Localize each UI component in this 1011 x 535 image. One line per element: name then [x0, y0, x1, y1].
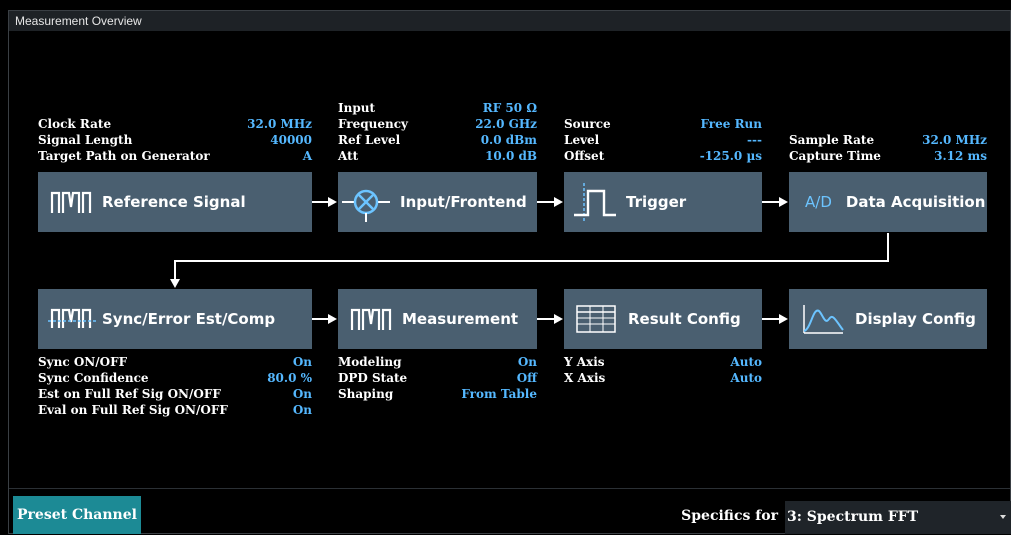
block-label: Display Config — [855, 310, 976, 328]
param-label: Est on Full Ref Sig ON/OFF — [38, 387, 221, 401]
param-value: Off — [516, 371, 537, 385]
arrow-head — [328, 197, 337, 207]
flow-arrows — [170, 197, 889, 324]
param-row: Shaping From Table — [338, 386, 537, 402]
block-label: Result Config — [628, 310, 741, 328]
specifics-selected-value: 3: Spectrum FFT — [787, 509, 919, 525]
param-value: Auto — [730, 371, 762, 385]
param-row: Modeling On — [338, 354, 537, 370]
param-value: 80.0 % — [267, 371, 312, 385]
footer-divider — [9, 488, 1010, 489]
param-value: On — [517, 355, 537, 369]
measurement-block[interactable]: Measurement — [338, 289, 537, 349]
block-label: Sync/Error Est/Comp — [102, 310, 276, 328]
spectrum-display-icon — [803, 305, 844, 334]
param-value: Auto — [730, 355, 762, 369]
param-value: On — [292, 355, 312, 369]
param-label: Y Axis — [564, 355, 605, 369]
result-config-block[interactable]: Result Config — [564, 289, 762, 349]
arrow-head — [554, 314, 563, 324]
arrow-acq-to-sync — [174, 233, 889, 279]
param-value: On — [292, 387, 312, 401]
display-config-block[interactable]: Display Config — [789, 289, 987, 349]
param-row: Sync Confidence 80.0 % — [38, 370, 312, 386]
param-row: Est on Full Ref Sig ON/OFF On — [38, 386, 312, 402]
measurement-signal-icon — [350, 308, 392, 330]
sync-waveform-icon — [48, 308, 96, 328]
param-row: Y Axis Auto — [564, 354, 762, 370]
table-grid-icon — [576, 305, 616, 333]
param-value: On — [292, 403, 312, 417]
specifics-label: Specifics for — [681, 508, 778, 524]
result-config-params: Y Axis Auto X Axis Auto — [564, 354, 762, 388]
chevron-down-icon — [1000, 515, 1006, 519]
param-label: DPD State — [338, 371, 408, 385]
arrow-head — [328, 314, 337, 324]
sync-block[interactable]: Sync/Error Est/Comp — [38, 289, 312, 349]
param-row: DPD State Off — [338, 370, 537, 386]
arrow-head — [554, 197, 563, 207]
measurement-params: Modeling On DPD State Off Shaping From Tabl… — [338, 354, 537, 404]
param-label: Modeling — [338, 355, 402, 369]
param-row: X Axis Auto — [564, 370, 762, 386]
measurement-overview-panel: Measurement Overview Clock Rate 32.0 MHz … — [8, 10, 1011, 534]
arrow-head — [170, 279, 180, 288]
param-label: X Axis — [564, 371, 606, 385]
arrow-head — [779, 197, 788, 207]
param-row: Eval on Full Ref Sig ON/OFF On — [38, 402, 312, 418]
param-value: From Table — [461, 387, 537, 401]
block-label: Measurement — [402, 310, 519, 328]
arrow-head — [779, 314, 788, 324]
preset-channel-button[interactable]: Preset Channel — [13, 496, 141, 534]
param-label: Sync ON/OFF — [38, 355, 128, 369]
param-label: Sync Confidence — [38, 371, 149, 385]
specifics-dropdown[interactable]: 3: Spectrum FFT — [785, 501, 1011, 534]
param-row: Sync ON/OFF On — [38, 354, 312, 370]
param-label: Eval on Full Ref Sig ON/OFF — [38, 403, 228, 417]
sync-params: Sync ON/OFF On Sync Confidence 80.0 % Est … — [38, 354, 312, 420]
param-label: Shaping — [338, 387, 394, 401]
